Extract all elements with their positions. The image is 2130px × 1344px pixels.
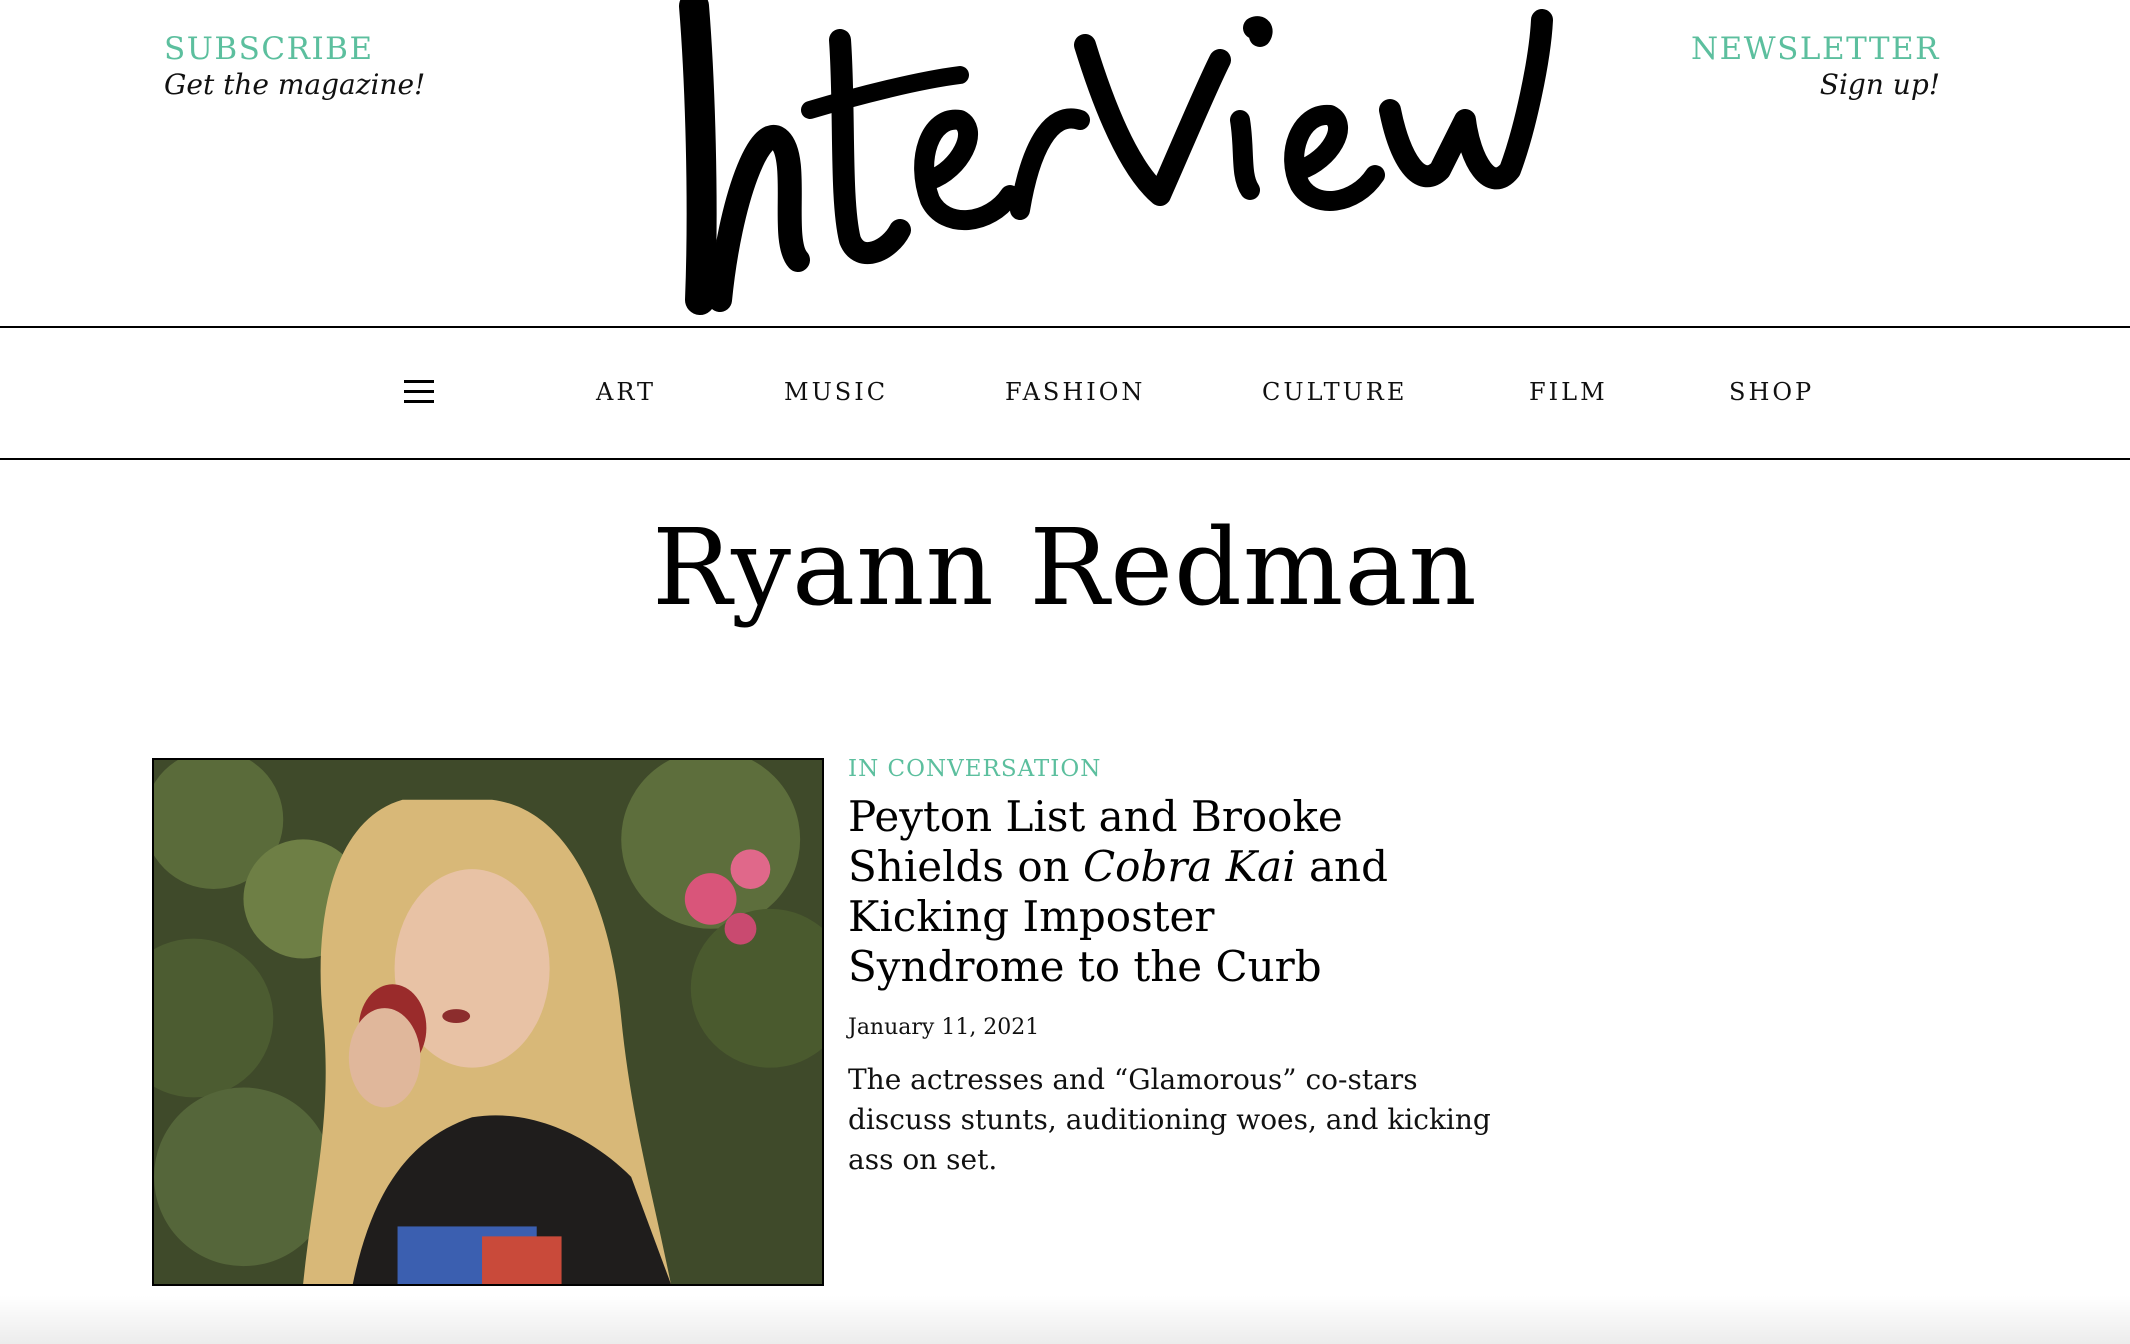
subscribe-subtitle[interactable]: Get the magazine! [164, 68, 425, 102]
nav-item-art[interactable]: ART [596, 378, 656, 406]
article-card: IN CONVERSATION Peyton List and Brooke S… [848, 754, 1498, 1180]
headline-italic-title[interactable]: Cobra Kai [1083, 842, 1296, 891]
hamburger-menu-icon[interactable] [404, 380, 434, 404]
nav-item-shop[interactable]: SHOP [1729, 378, 1814, 406]
article-date: January 11, 2021 [848, 1015, 1040, 1040]
newsletter-link[interactable]: NEWSLETTER [1691, 30, 1940, 68]
newsletter-promo[interactable]: NEWSLETTER Sign up! [1691, 30, 1940, 102]
site-logo[interactable] [660, 0, 1560, 320]
newsletter-subtitle[interactable]: Sign up! [1691, 68, 1940, 102]
article-headline[interactable]: Peyton List and Brooke Shields on Cobra … [848, 792, 1408, 992]
article-excerpt: The actresses and “Glamorous” co-stars d… [848, 1063, 1491, 1176]
main-nav: ART MUSIC FASHION CULTURE FILM SHOP [0, 326, 2130, 460]
page-title: Ryann Redman [652, 506, 1478, 629]
bottom-fade [0, 1296, 2130, 1344]
subscribe-promo[interactable]: SUBSCRIBE Get the magazine! [164, 30, 425, 102]
nav-item-fashion[interactable]: FASHION [1005, 378, 1145, 406]
subscribe-link[interactable]: SUBSCRIBE [164, 30, 425, 68]
article-thumbnail[interactable] [152, 758, 824, 1286]
interview-logo-mark [679, 0, 1553, 315]
site-header: SUBSCRIBE Get the magazine! NEWSLETTER S… [0, 0, 2130, 326]
article-photo [154, 760, 822, 1284]
article-kicker[interactable]: IN CONVERSATION [848, 754, 1498, 784]
nav-item-culture[interactable]: CULTURE [1262, 378, 1407, 406]
nav-item-music[interactable]: MUSIC [784, 378, 888, 406]
nav-item-film[interactable]: FILM [1529, 378, 1608, 406]
